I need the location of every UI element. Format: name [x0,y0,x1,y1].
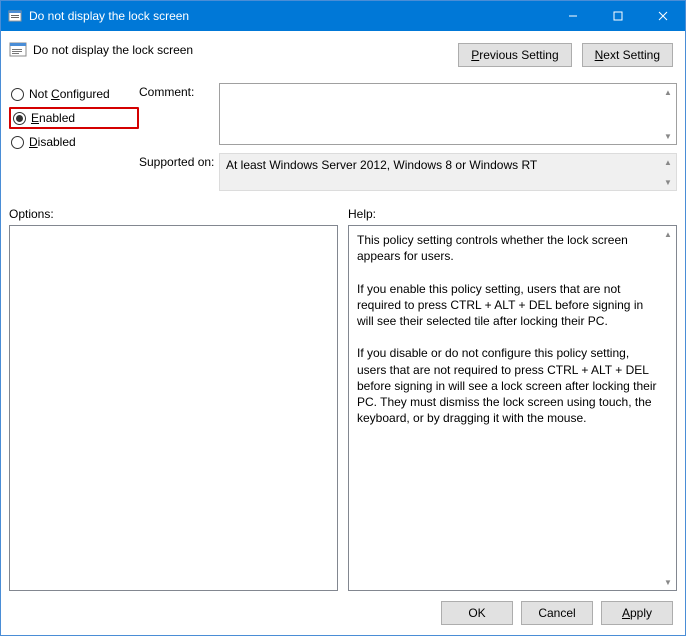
apply-button[interactable]: Apply [601,601,673,625]
supported-label: Supported on: [139,153,219,169]
footer-buttons: OK Cancel Apply [9,591,677,627]
scroll-down-icon[interactable]: ▼ [660,128,676,144]
supported-field: Supported on: At least Windows Server 20… [139,153,677,191]
scrollbar[interactable]: ▲ ▼ [660,84,676,144]
radio-icon [11,136,24,149]
next-setting-button[interactable]: Next Setting [582,43,673,67]
options-panel[interactable] [9,225,338,591]
scroll-up-icon: ▲ [660,154,676,170]
maximize-button[interactable] [595,1,640,31]
help-text: This policy setting controls whether the… [349,226,676,432]
radio-label: Not Configured [29,87,110,101]
minimize-button[interactable] [550,1,595,31]
right-fields: Comment: ▲ ▼ Supported on: At least Wind… [139,83,677,199]
config-row: Not Configured Enabled Disabled Comment:… [9,83,677,199]
radio-icon [11,88,24,101]
scroll-up-icon[interactable]: ▲ [660,226,676,242]
radio-not-configured[interactable]: Not Configured [9,83,139,105]
scroll-up-icon[interactable]: ▲ [660,84,676,100]
policy-title: Do not display the lock screen [33,43,193,57]
window-buttons [550,1,685,31]
radio-group: Not Configured Enabled Disabled [9,83,139,199]
scrollbar: ▲ ▼ [660,154,676,190]
comment-field: Comment: ▲ ▼ [139,83,677,145]
previous-setting-button[interactable]: Previous Setting [458,43,571,67]
ok-button[interactable]: OK [441,601,513,625]
radio-icon [13,112,26,125]
supported-text: At least Windows Server 2012, Windows 8 … [226,158,537,172]
policy-header-icon [9,41,27,59]
radio-disabled[interactable]: Disabled [9,131,139,153]
titlebar[interactable]: Do not display the lock screen [1,1,685,31]
policy-editor-window: Do not display the lock screen [0,0,686,636]
help-label: Help: [348,207,677,221]
header-left: Do not display the lock screen [9,41,458,59]
header-row: Do not display the lock screen Previous … [9,41,677,67]
comment-input[interactable]: ▲ ▼ [219,83,677,145]
options-label: Options: [9,207,338,221]
scrollbar[interactable]: ▲ ▼ [660,226,676,590]
scroll-down-icon: ▼ [660,174,676,190]
radio-label: Enabled [31,111,75,125]
comment-label: Comment: [139,83,219,99]
close-button[interactable] [640,1,685,31]
supported-box: At least Windows Server 2012, Windows 8 … [219,153,677,191]
cancel-button[interactable]: Cancel [521,601,593,625]
radio-enabled[interactable]: Enabled [9,107,139,129]
nav-buttons: Previous Setting Next Setting [458,43,673,67]
help-panel: This policy setting controls whether the… [348,225,677,591]
policy-icon [7,8,23,24]
panel-labels: Options: Help: [9,207,677,221]
panels: This policy setting controls whether the… [9,225,677,591]
content-area: Do not display the lock screen Previous … [1,31,685,635]
scroll-down-icon[interactable]: ▼ [660,574,676,590]
window-title: Do not display the lock screen [29,9,550,23]
radio-label: Disabled [29,135,76,149]
